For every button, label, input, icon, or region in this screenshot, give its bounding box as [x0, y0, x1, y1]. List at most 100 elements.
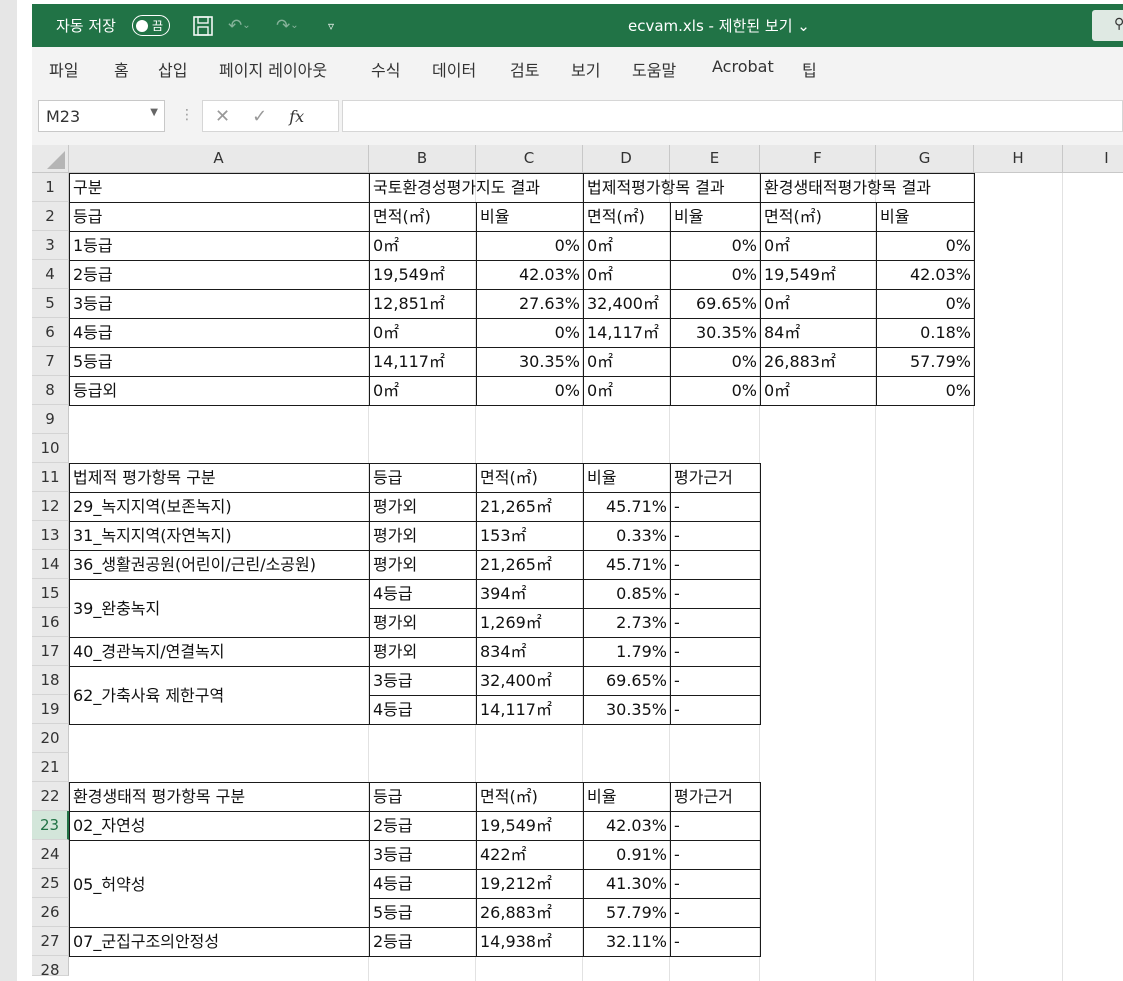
tab-tips[interactable]: 팁	[802, 57, 817, 81]
table1-cell[interactable]: 0%	[876, 376, 975, 406]
table1-subheader[interactable]: 면적(㎡)	[760, 202, 877, 232]
table1-cell[interactable]: 0㎡	[369, 231, 477, 261]
table1-cell[interactable]: 42.03%	[476, 260, 584, 290]
row-header-22[interactable]: 22	[32, 782, 69, 811]
tab-view[interactable]: 보기	[571, 57, 600, 81]
table1-cell[interactable]: 0%	[476, 231, 584, 261]
table1-cell[interactable]: 27.63%	[476, 289, 584, 319]
table1-subheader[interactable]: 비율	[876, 202, 975, 232]
table2-cell[interactable]: 69.65%	[583, 666, 671, 696]
document-title[interactable]: ecvam.xls - 제한된 보기 ⌄	[628, 4, 810, 47]
table3-cell[interactable]: 4등급	[369, 869, 477, 899]
table2-cell[interactable]: 21,265㎡	[476, 492, 584, 522]
table2-cell[interactable]: 0.33%	[583, 521, 671, 551]
tab-formulas[interactable]: 수식	[371, 57, 400, 81]
table2-cell[interactable]: -	[670, 666, 761, 696]
insert-function-icon[interactable]: fx	[289, 107, 304, 126]
table1-header-legal[interactable]: 법제적평가항목 결과	[583, 173, 761, 203]
table2-cell[interactable]: 4등급	[369, 579, 477, 609]
table2-item-label[interactable]: 29_녹지지역(보존녹지)	[69, 492, 370, 522]
row-header-13[interactable]: 13	[32, 521, 69, 550]
table1-subheader[interactable]: 등급	[69, 202, 370, 232]
table2-cell[interactable]: -	[670, 579, 761, 609]
column-header-b[interactable]: B	[369, 145, 476, 173]
redo-icon[interactable]: ↷ ⌄	[276, 4, 299, 47]
tab-acrobat[interactable]: Acrobat	[712, 57, 774, 76]
undo-icon[interactable]: ↶ ⌄	[228, 4, 251, 47]
table2-header[interactable]: 법제적 평가항목 구분	[69, 463, 370, 493]
row-header-21[interactable]: 21	[32, 753, 69, 782]
tab-review[interactable]: 검토	[510, 57, 539, 81]
table3-cell[interactable]: 0.91%	[583, 840, 671, 870]
row-header-9[interactable]: 9	[32, 405, 69, 434]
table2-item-label[interactable]: 40_경관녹지/연결녹지	[69, 637, 370, 667]
row-header-24[interactable]: 24	[32, 840, 69, 869]
row-header-6[interactable]: 6	[32, 318, 69, 347]
table3-cell[interactable]: 57.79%	[583, 898, 671, 928]
table2-cell[interactable]: 394㎡	[476, 579, 584, 609]
table3-cell[interactable]: 42.03%	[583, 811, 671, 841]
save-icon[interactable]	[192, 4, 214, 47]
table2-cell[interactable]: 2.73%	[583, 608, 671, 638]
table2-cell[interactable]: 4등급	[369, 695, 477, 725]
table1-header-ecological[interactable]: 환경생태적평가항목 결과	[760, 173, 975, 203]
row-header-18[interactable]: 18	[32, 666, 69, 695]
table1-cell[interactable]: 19,549㎡	[760, 260, 877, 290]
table1-cell[interactable]: 0㎡	[583, 260, 671, 290]
table2-cell[interactable]: 45.71%	[583, 492, 671, 522]
table2-item-label[interactable]: 31_녹지지역(자연녹지)	[69, 521, 370, 551]
enter-icon[interactable]: ✓	[252, 106, 267, 127]
table1-cell[interactable]: 0%	[670, 260, 761, 290]
table2-cell[interactable]: 30.35%	[583, 695, 671, 725]
table1-grade-label[interactable]: 1등급	[69, 231, 370, 261]
table1-subheader[interactable]: 비율	[670, 202, 761, 232]
row-header-12[interactable]: 12	[32, 492, 69, 521]
cancel-icon[interactable]: ✕	[215, 106, 230, 127]
tab-data[interactable]: 데이터	[432, 57, 476, 81]
table2-cell[interactable]: 153㎡	[476, 521, 584, 551]
table1-cell[interactable]: 0%	[876, 231, 975, 261]
table1-cell[interactable]: 69.65%	[670, 289, 761, 319]
table1-cell[interactable]: 0㎡	[583, 347, 671, 377]
table3-cell[interactable]: 422㎡	[476, 840, 584, 870]
row-header-2[interactable]: 2	[32, 202, 69, 231]
autosave-toggle[interactable]: 끔	[132, 15, 171, 36]
table1-cell[interactable]: 0㎡	[760, 231, 877, 261]
row-header-28[interactable]: 28	[32, 956, 69, 979]
table2-cell[interactable]: 0.85%	[583, 579, 671, 609]
row-header-3[interactable]: 3	[32, 231, 69, 260]
table2-cell[interactable]: 32,400㎡	[476, 666, 584, 696]
column-header-h[interactable]: H	[974, 145, 1063, 173]
table3-header[interactable]: 비율	[583, 782, 671, 812]
table1-cell[interactable]: 26,883㎡	[760, 347, 877, 377]
table3-cell[interactable]: 19,212㎡	[476, 869, 584, 899]
table2-cell[interactable]: 1,269㎡	[476, 608, 584, 638]
table3-cell[interactable]: -	[670, 898, 761, 928]
table2-header[interactable]: 비율	[583, 463, 671, 493]
tab-home[interactable]: 홈	[114, 57, 129, 81]
table2-cell[interactable]: 평가외	[369, 492, 477, 522]
table3-cell[interactable]: -	[670, 927, 761, 957]
table1-grade-label[interactable]: 2등급	[69, 260, 370, 290]
table3-header[interactable]: 평가근거	[670, 782, 761, 812]
table2-cell[interactable]: -	[670, 695, 761, 725]
row-header-17[interactable]: 17	[32, 637, 69, 666]
table3-cell[interactable]: 32.11%	[583, 927, 671, 957]
table3-cell[interactable]: 26,883㎡	[476, 898, 584, 928]
table1-cell[interactable]: 0㎡	[760, 376, 877, 406]
table2-cell[interactable]: -	[670, 550, 761, 580]
table2-header[interactable]: 평가근거	[670, 463, 761, 493]
table2-cell[interactable]: 평가외	[369, 521, 477, 551]
row-header-15[interactable]: 15	[32, 579, 69, 608]
column-header-c[interactable]: C	[476, 145, 583, 173]
table1-subheader[interactable]: 면적(㎡)	[369, 202, 477, 232]
table1-cell[interactable]: 0%	[876, 289, 975, 319]
column-header-g[interactable]: G	[876, 145, 974, 173]
row-header-5[interactable]: 5	[32, 289, 69, 318]
table1-cell[interactable]: 30.35%	[476, 347, 584, 377]
select-all-button[interactable]	[32, 145, 69, 173]
customize-toolbar-icon[interactable]: ▿	[328, 4, 334, 47]
table3-header[interactable]: 환경생태적 평가항목 구분	[69, 782, 370, 812]
table2-cell[interactable]: 14,117㎡	[476, 695, 584, 725]
row-header-26[interactable]: 26	[32, 898, 69, 927]
